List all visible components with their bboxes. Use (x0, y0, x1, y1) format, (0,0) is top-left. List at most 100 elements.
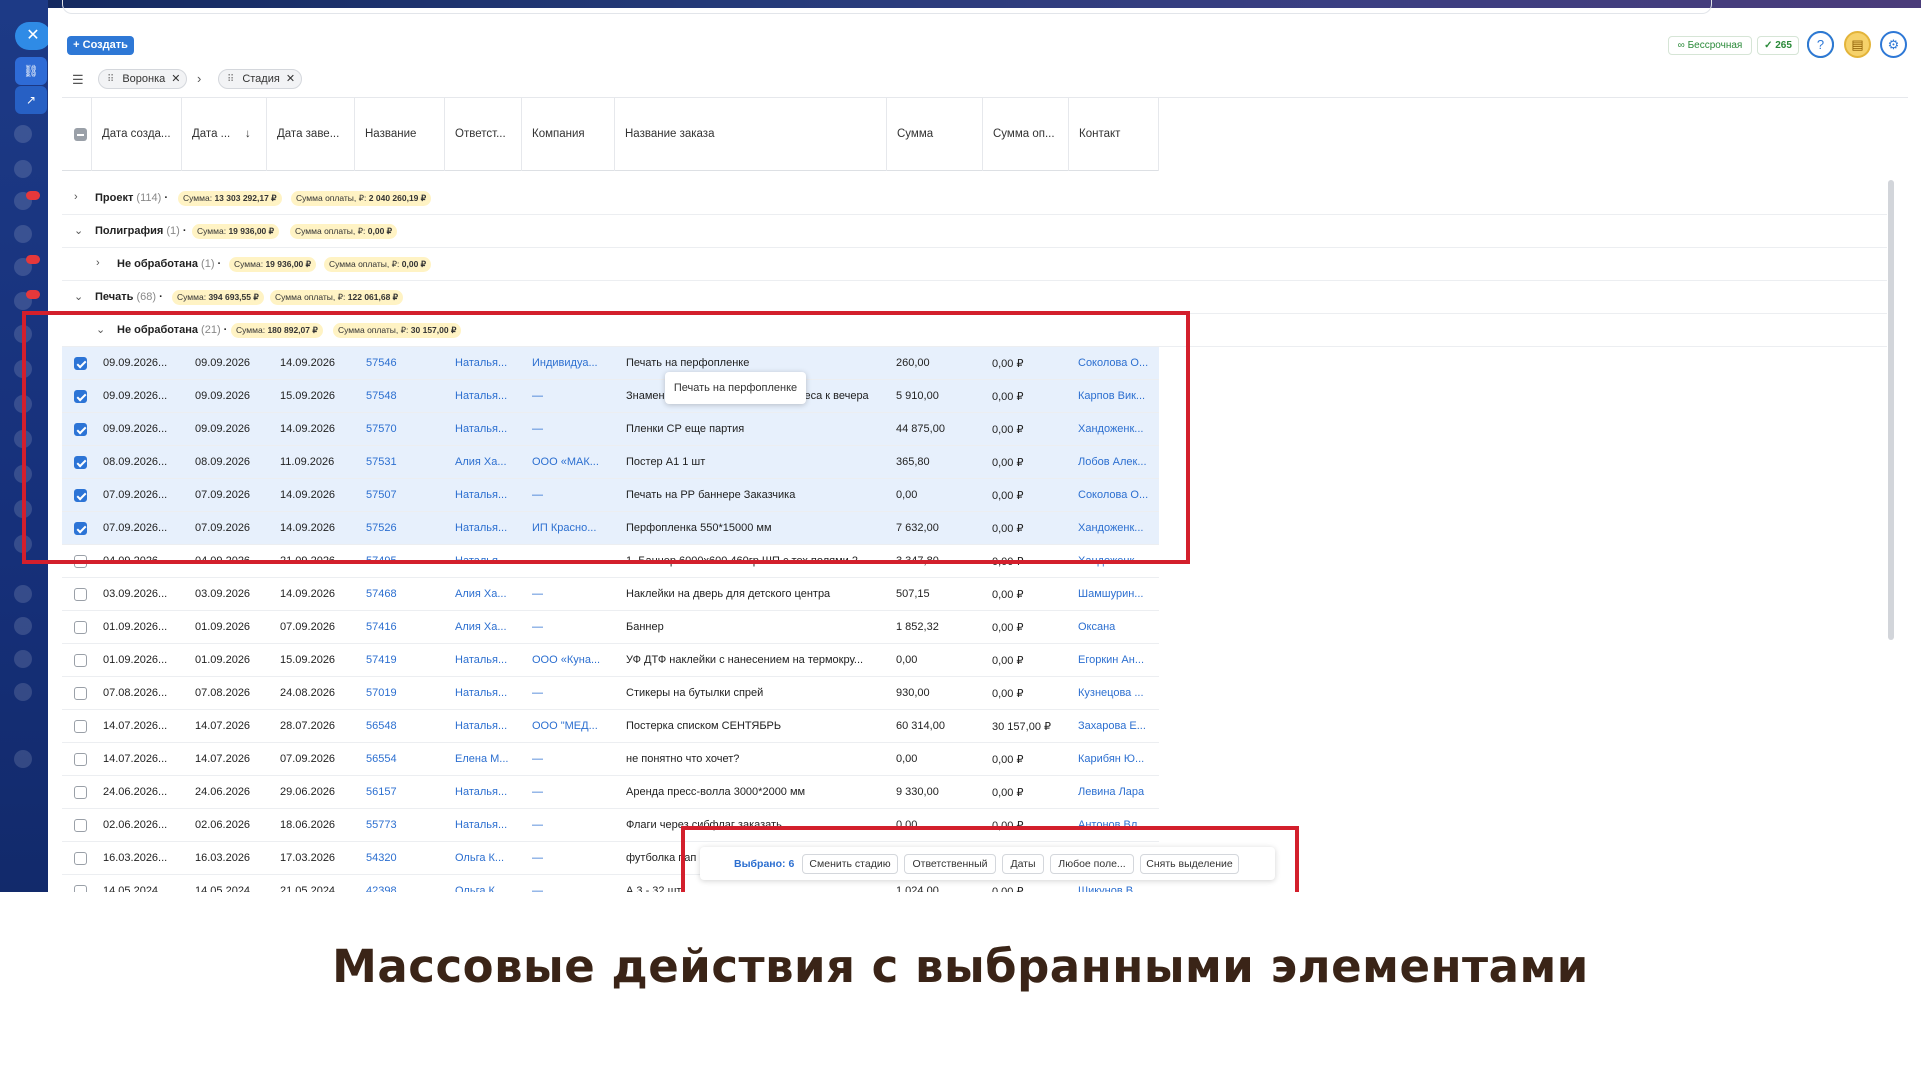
table-row[interactable]: 24.06.2026... 24.06.2026 29.06.2026 56157 На… (62, 776, 1159, 809)
cell-id[interactable]: 54320 (366, 852, 446, 864)
table-row[interactable]: 14.07.2026... 14.07.2026 28.07.2026 56548 На… (62, 710, 1159, 743)
sidebar-nav-icon[interactable] (14, 750, 32, 768)
row-checkbox[interactable] (74, 786, 87, 799)
chip-close-icon[interactable]: ✕ (286, 73, 295, 85)
select-all-cell[interactable] (62, 98, 92, 171)
row-checkbox[interactable] (74, 621, 87, 634)
cell-company[interactable]: — (532, 786, 610, 798)
cell-id[interactable]: 56157 (366, 786, 446, 798)
cell-contact[interactable]: Шамшурин... (1078, 588, 1156, 600)
cell-contact[interactable]: Захарова Е... (1078, 720, 1156, 732)
row-checkbox[interactable] (74, 819, 87, 832)
column-header[interactable]: Дата созда... (92, 98, 182, 171)
table-row[interactable]: 07.08.2026... 07.08.2026 24.08.2026 57019 На… (62, 677, 1159, 710)
cell-id[interactable]: 56554 (366, 753, 446, 765)
row-checkbox[interactable] (74, 885, 87, 892)
cell-resp[interactable]: Наталья... (455, 687, 517, 699)
cell-contact[interactable]: Оксана (1078, 621, 1156, 633)
row-checkbox[interactable] (74, 687, 87, 700)
cell-company[interactable]: — (532, 819, 610, 831)
count-badge[interactable]: ✓ 265 (1757, 36, 1799, 55)
group-row[interactable]: ⌄ Печать (68) · Сумма: 394 693,55 ₽ Сумм… (62, 281, 1887, 314)
cell-id[interactable]: 57419 (366, 654, 446, 666)
cell-resp[interactable]: Ольга К... (455, 885, 517, 892)
table-row[interactable]: 01.09.2026... 01.09.2026 07.09.2026 57416 Ал… (62, 611, 1159, 644)
row-checkbox[interactable] (74, 654, 87, 667)
cell-company[interactable]: — (532, 687, 610, 699)
chevron-right-icon[interactable]: › (96, 257, 100, 269)
column-header[interactable]: Дата ... ↓ (182, 98, 267, 171)
cell-id[interactable]: 56548 (366, 720, 446, 732)
cell-company[interactable]: ООО «Куна... (532, 654, 610, 666)
chevron-right-icon[interactable]: › (74, 191, 78, 203)
column-header[interactable]: Дата заве... (267, 98, 355, 171)
column-header[interactable]: Сумма оп... (983, 98, 1069, 171)
drag-handle-icon[interactable]: ⠿ (107, 74, 114, 85)
row-checkbox[interactable] (74, 720, 87, 733)
cart-icon[interactable] (14, 650, 32, 668)
filter-chip-funnel[interactable]: ⠿ Воронка ✕ (98, 69, 188, 89)
sidebar-nav-icon[interactable] (14, 585, 32, 603)
cell-resp[interactable]: Алия Ха... (455, 588, 517, 600)
group-row[interactable]: ⌄ Полиграфия (1) · Сумма: 19 936,00 ₽ Су… (62, 215, 1887, 248)
group-row[interactable]: › Не обработана (1) · Сумма: 19 936,00 ₽… (62, 248, 1887, 281)
help-icon[interactable]: ? (1807, 31, 1834, 58)
cell-company[interactable]: — (532, 588, 610, 600)
cell-resp[interactable]: Елена М... (455, 753, 517, 765)
select-all-checkbox[interactable] (74, 128, 87, 141)
filter-chip-stage[interactable]: ⠿ Стадия ✕ (218, 69, 303, 89)
cell-id[interactable]: 57416 (366, 621, 446, 633)
cell-id[interactable]: 57468 (366, 588, 446, 600)
sidebar-close-icon[interactable]: ✕ (15, 22, 51, 50)
cell-contact[interactable]: Карибян Ю... (1078, 753, 1156, 765)
row-checkbox[interactable] (74, 588, 87, 601)
cell-contact[interactable]: Кузнецова ... (1078, 687, 1156, 699)
cell-resp[interactable]: Наталья... (455, 819, 517, 831)
cell-contact[interactable]: Левина Лара (1078, 786, 1156, 798)
settings-gear-icon[interactable]: ⚙ (1880, 31, 1907, 58)
cell-company[interactable]: ООО "МЕД... (532, 720, 610, 732)
cell-resp[interactable]: Наталья... (455, 720, 517, 732)
column-header[interactable]: Сумма (887, 98, 983, 171)
cell-contact[interactable]: Егоркин Ан... (1078, 654, 1156, 666)
cell-resp[interactable]: Наталья... (455, 654, 517, 666)
sidebar-nav-icon[interactable] (14, 683, 32, 701)
open-external-icon[interactable]: ↗ (15, 86, 47, 114)
sidebar-nav-icon[interactable] (14, 125, 32, 143)
sidebar-nav-icon[interactable] (14, 225, 32, 243)
cell-resp[interactable]: Алия Ха... (455, 621, 517, 633)
cell-company[interactable]: — (532, 621, 610, 633)
cell-id[interactable]: 57019 (366, 687, 446, 699)
table-row[interactable]: 14.07.2026... 14.07.2026 07.09.2026 56554 Ел… (62, 743, 1159, 776)
column-header[interactable]: Название заказа (615, 98, 887, 171)
sort-down-icon[interactable]: ↓ (245, 98, 251, 171)
cell-resp[interactable]: Наталья... (455, 786, 517, 798)
chevron-down-icon[interactable]: ⌄ (74, 290, 83, 303)
drag-handle-icon[interactable]: ⠿ (227, 74, 234, 85)
cell-company[interactable]: — (532, 753, 610, 765)
link-icon[interactable]: ⛓ (15, 57, 47, 85)
license-badge[interactable]: ∞ Бессрочная (1668, 36, 1752, 55)
column-header[interactable]: Компания (522, 98, 615, 171)
column-header[interactable]: Контакт (1069, 98, 1159, 171)
table-row[interactable]: 03.09.2026... 03.09.2026 14.09.2026 57468 Ал… (62, 578, 1159, 611)
chevron-down-icon[interactable]: ⌄ (74, 224, 83, 237)
sidebar-nav-icon[interactable] (14, 160, 32, 178)
code-icon[interactable] (14, 617, 32, 635)
table-row[interactable]: 01.09.2026... 01.09.2026 15.09.2026 57419 На… (62, 644, 1159, 677)
column-header[interactable]: Название (355, 98, 445, 171)
row-checkbox[interactable] (74, 753, 87, 766)
cell-company[interactable]: — (532, 852, 610, 864)
document-icon[interactable]: ▤ (1844, 31, 1871, 58)
chip-close-icon[interactable]: ✕ (171, 73, 180, 85)
filter-sort-icon[interactable]: ☰ (72, 72, 84, 88)
search-box-edge[interactable] (62, 0, 1712, 14)
cell-id[interactable]: 42398 (366, 885, 446, 892)
group-row[interactable]: › Проект (114) · Сумма: 13 303 292,17 ₽ … (62, 182, 1887, 215)
cell-company[interactable]: — (532, 885, 610, 892)
create-button[interactable]: + Создать (67, 36, 134, 55)
cell-resp[interactable]: Ольга К... (455, 852, 517, 864)
vertical-scrollbar[interactable] (1888, 180, 1894, 640)
cell-id[interactable]: 55773 (366, 819, 446, 831)
row-checkbox[interactable] (74, 852, 87, 865)
